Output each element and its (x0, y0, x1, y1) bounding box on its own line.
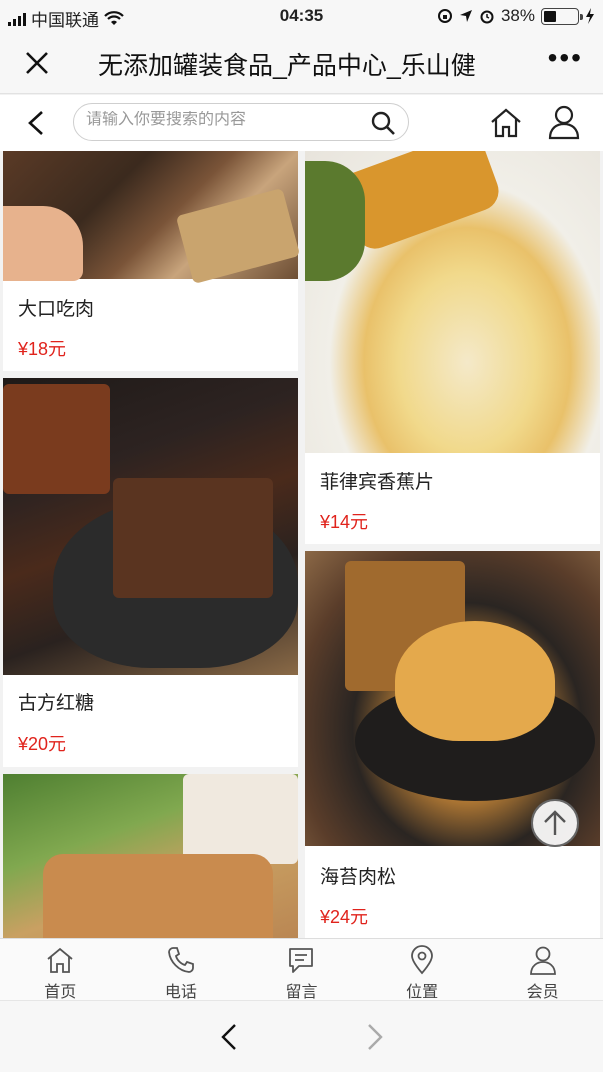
product-name: 大口吃肉 (18, 299, 95, 320)
close-button[interactable] (18, 44, 56, 82)
tab-label: 留言 (285, 984, 318, 1001)
battery-icon (541, 7, 583, 25)
search-header (0, 95, 603, 151)
message-icon (289, 948, 314, 973)
product-price: ¥14元 (320, 512, 369, 532)
browser-navigation (0, 1000, 603, 1072)
product-price: ¥24元 (320, 907, 369, 927)
product-price: ¥18元 (18, 339, 67, 359)
tab-phone[interactable]: 电话 (121, 939, 242, 1001)
rotation-lock-icon (437, 9, 452, 23)
tab-home[interactable]: 首页 (0, 939, 121, 1001)
product-card[interactable]: 古方红糖 ¥20元 (3, 378, 298, 767)
tab-label: 电话 (164, 984, 197, 1001)
tab-location[interactable]: 位置 (362, 939, 483, 1001)
browser-title-bar: 无添加罐装食品_产品中心_乐山健 ••• (0, 32, 603, 94)
tab-message[interactable]: 留言 (241, 939, 362, 1001)
product-price: ¥20元 (18, 734, 67, 754)
product-image (3, 378, 298, 675)
tab-label: 首页 (44, 984, 77, 1001)
search-box[interactable] (73, 103, 409, 141)
product-name: 古方红糖 (18, 693, 95, 714)
product-image (3, 151, 301, 285)
browser-forward-icon[interactable] (362, 1021, 386, 1053)
tab-label: 会员 (526, 984, 559, 1001)
close-icon (26, 52, 48, 74)
arrow-up-icon (544, 810, 566, 835)
tab-label: 位置 (406, 984, 439, 1001)
location-arrow-icon (459, 10, 472, 22)
charging-icon (586, 8, 594, 24)
battery-percent: 38% (500, 6, 535, 25)
browser-back-icon[interactable] (218, 1021, 242, 1053)
user-icon[interactable] (547, 104, 581, 140)
status-bar: 中国联通 04:35 38% (0, 0, 603, 32)
home-icon (47, 947, 73, 973)
status-right: 38% (437, 6, 595, 26)
product-image (305, 151, 600, 453)
phone-icon (167, 947, 194, 973)
search-icon[interactable] (370, 110, 396, 136)
product-name: 海苔肉松 (320, 867, 397, 888)
home-icon[interactable] (489, 106, 523, 140)
tab-member[interactable]: 会员 (482, 939, 603, 1001)
product-card[interactable]: 菲律宾香蕉片 ¥14元 (305, 151, 600, 544)
location-icon (411, 945, 433, 975)
product-card[interactable] (3, 774, 298, 938)
search-input[interactable] (86, 111, 356, 129)
product-grid: 大口吃肉 ¥18元 菲律宾香蕉片 ¥14元 古方红糖 ¥20元 海苔肉松 ¥24… (0, 151, 603, 938)
product-card[interactable]: 海苔肉松 ¥24元 (305, 551, 600, 938)
page-title: 无添加罐装食品_产品中心_乐山健 (98, 52, 476, 80)
more-button[interactable]: ••• (548, 42, 583, 74)
product-name: 菲律宾香蕉片 (320, 472, 435, 493)
member-icon (529, 946, 556, 975)
product-card[interactable]: 大口吃肉 ¥18元 (3, 151, 301, 371)
product-image (3, 774, 298, 938)
alarm-icon (480, 10, 494, 24)
bottom-tab-bar: 首页 电话 留言 位置 会员 (0, 938, 603, 1001)
scroll-top-button[interactable] (531, 799, 579, 847)
back-icon[interactable] (22, 107, 52, 139)
